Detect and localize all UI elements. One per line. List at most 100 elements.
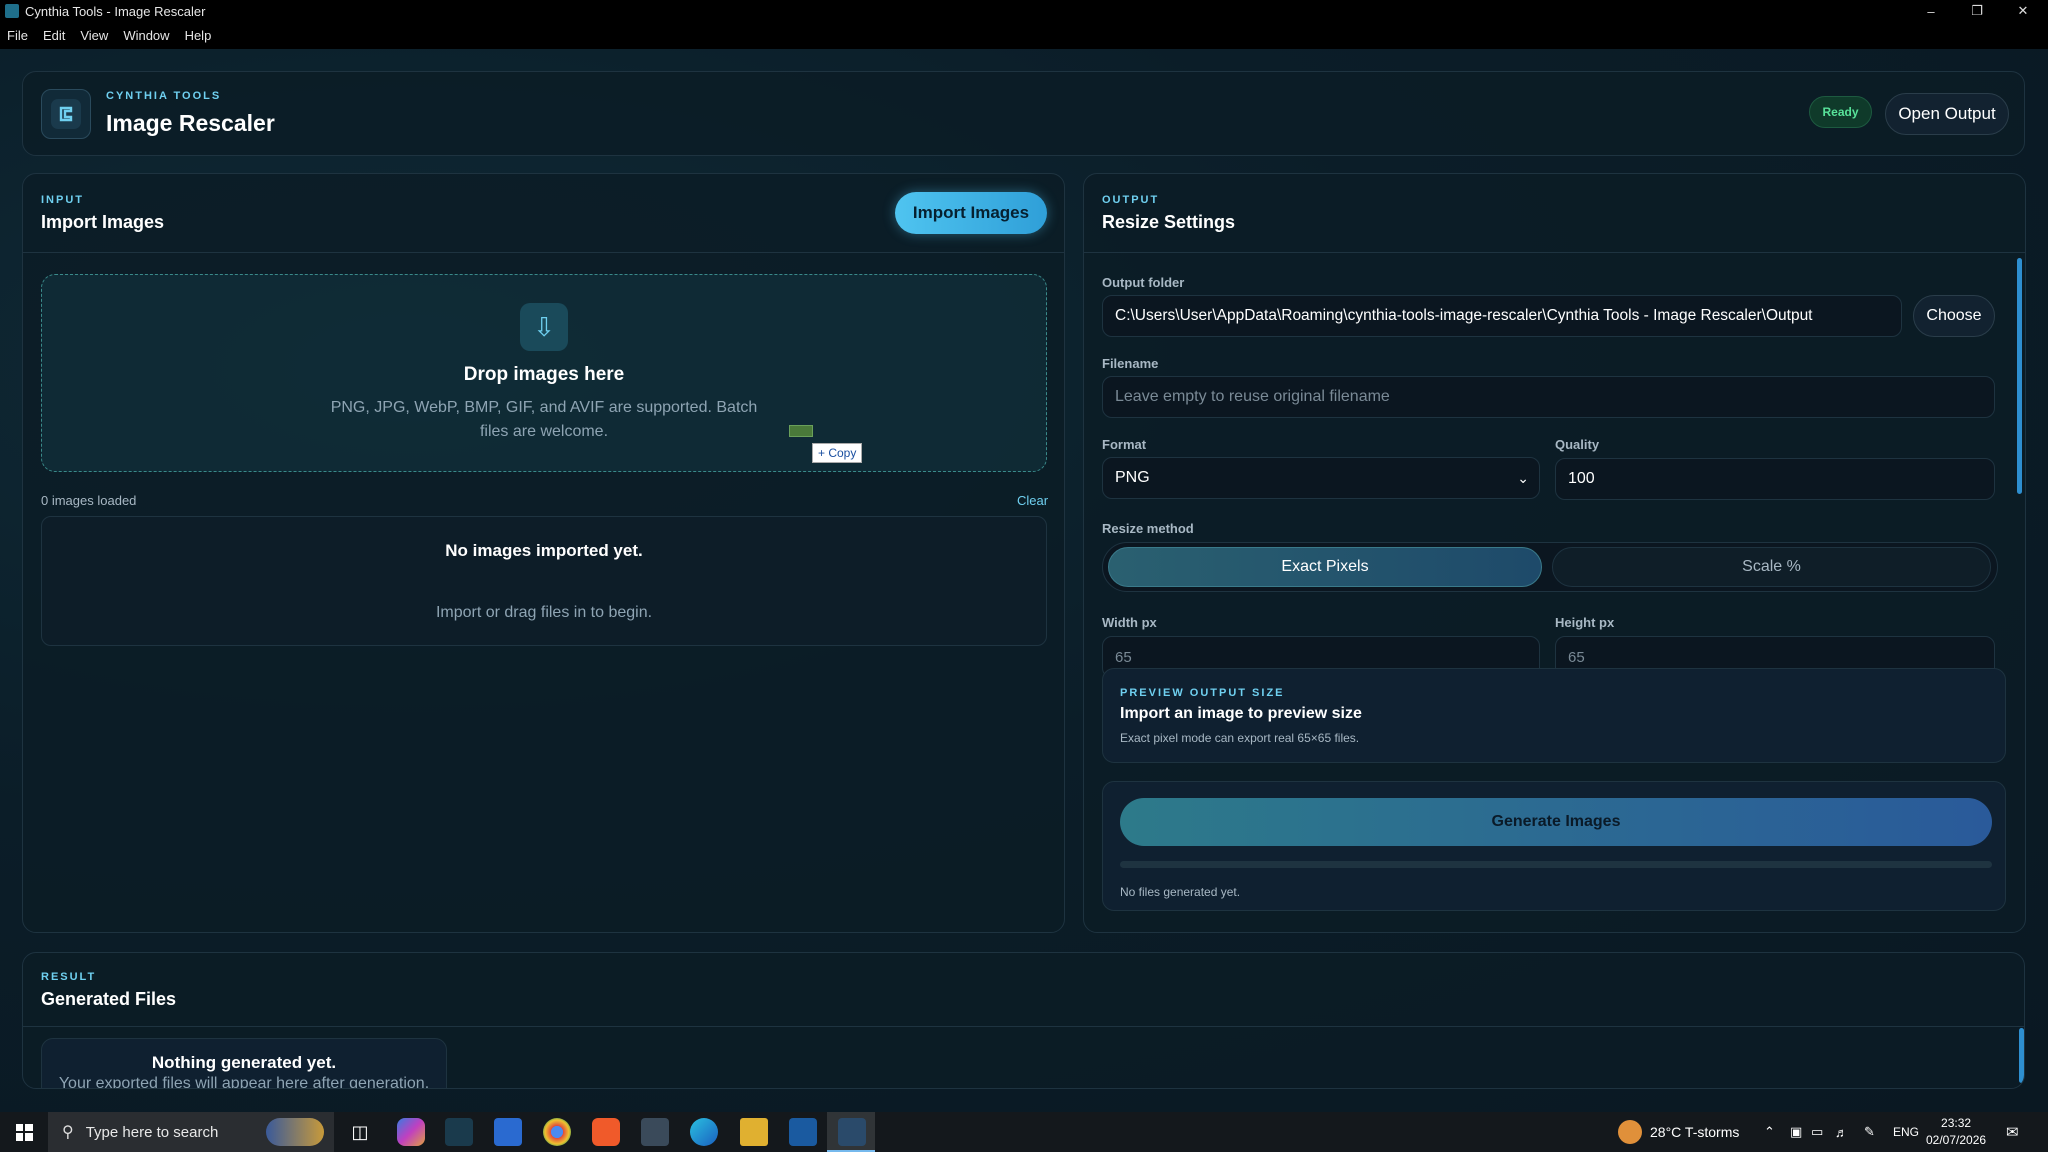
volume-icon[interactable]: ♬ [1835,1112,1848,1152]
weather-text: 28°C T-storms [1650,1124,1740,1140]
width-label: Width px [1102,615,1157,630]
menu-window[interactable]: Window [116,28,177,43]
quality-input[interactable]: 100 [1555,458,1995,500]
network-icon[interactable]: ▭ [1811,1112,1823,1152]
clock-time: 23:32 [1941,1116,1972,1130]
menu-edit[interactable]: Edit [36,28,73,43]
brand-name: CYNTHIA TOOLS [106,90,222,102]
section-title: Import Images [41,212,165,232]
section-tag: INPUT [41,194,84,206]
calculator-icon[interactable] [641,1118,669,1146]
empty-title: No images imported yet. [445,541,643,560]
search-icon: ⚲ [62,1124,74,1141]
image-list-empty: No images imported yet. Import or drag f… [41,516,1047,646]
output-folder-field[interactable]: C:\Users\User\AppData\Roaming\cynthia-to… [1102,295,1902,337]
section-title: Generated Files [41,989,177,1009]
menu-help[interactable]: Help [178,28,220,43]
language-indicator[interactable]: ENG [1893,1112,1919,1152]
search-placeholder: Type here to search [85,1123,219,1141]
preview-subtitle: Exact pixel mode can export real 65×65 f… [1120,731,1360,745]
pen-icon[interactable]: ✎ [1864,1112,1875,1152]
brave-icon[interactable] [592,1118,620,1146]
app-icon [5,4,19,18]
section-tag: RESULT [41,971,97,983]
generate-section: Generate Images No files generated yet. [1102,781,2006,911]
clock-date: 02/07/2026 [1926,1133,1987,1147]
format-value: PNG [1115,469,1150,486]
chevron-down-icon: ⌄ [1517,470,1529,486]
result-panel: RESULT Generated Files Nothing generated… [22,952,2025,1089]
close-icon[interactable]: ✕ [2000,0,2046,22]
choose-folder-button[interactable]: Choose [1913,295,1995,337]
progress-bar [1120,861,1992,868]
restore-icon[interactable]: ❐ [1954,0,2000,22]
chevron-up-icon[interactable]: ⌃ [1764,1112,1775,1152]
preview-title: Import an image to preview size [1120,705,1362,722]
scrollbar[interactable] [2019,1028,2024,1083]
generation-status: No files generated yet. [1120,885,1241,899]
title-bar: Cynthia Tools - Image Rescaler – ❐ ✕ [0,0,2048,22]
generate-images-button[interactable]: Generate Images [1120,798,1992,846]
divider [23,252,1064,253]
task-view-icon[interactable]: ◫ [346,1118,374,1146]
divider [1084,252,2025,253]
file-explorer-icon[interactable] [740,1118,768,1146]
app-logo-icon [41,89,91,139]
menu-file[interactable]: File [0,28,36,43]
download-arrow-icon: ⇩ [520,303,568,351]
weather-widget[interactable]: 28°C T-storms [1618,1112,1739,1152]
preview-output-size: PREVIEW OUTPUT SIZE Import an image to p… [1102,668,2006,763]
app-header: CYNTHIA TOOLS Image Rescaler Ready Open … [22,71,2025,156]
notification-icon[interactable]: ✉ [2006,1112,2019,1152]
scrollbar[interactable] [2017,258,2022,494]
import-images-button[interactable]: Import Images [895,192,1047,234]
menu-bar: File Edit View Window Help [0,22,2048,49]
chrome-icon[interactable] [543,1118,571,1146]
terminal-app-icon[interactable] [445,1118,473,1146]
exact-pixels-option[interactable]: Exact Pixels [1108,547,1542,587]
minimize-icon[interactable]: – [1908,0,1954,22]
output-folder-label: Output folder [1102,275,1185,290]
section-title: Resize Settings [1102,212,1236,232]
result-empty-state: Nothing generated yet. Your exported fil… [41,1038,447,1089]
meet-icon[interactable]: ▣ [1790,1112,1802,1152]
taskbar-search[interactable]: ⚲ Type here to search [48,1112,334,1152]
open-output-button[interactable]: Open Output [1885,93,2009,135]
filename-input[interactable]: Leave empty to reuse original filename [1102,376,1995,418]
input-panel: INPUT Import Images Import Images ⇩ Drop… [22,173,1065,933]
copy-tooltip: + Copy [812,443,863,463]
result-empty-subtitle: Your exported files will appear here aft… [58,1075,430,1089]
clear-button[interactable]: Clear [1017,493,1048,508]
preview-tag: PREVIEW OUTPUT SIZE [1120,687,1285,699]
search-highlight-icon [266,1118,324,1146]
windows-start-icon[interactable] [0,1112,48,1152]
scale-percent-option[interactable]: Scale % [1552,547,1991,587]
drop-zone-subtitle: PNG, JPG, WebP, BMP, GIF, and AVIF are s… [330,399,758,440]
filename-label: Filename [1102,356,1159,371]
format-select[interactable]: PNG ⌄ [1102,457,1540,499]
image-rescaler-taskbar-icon[interactable] [838,1118,866,1146]
powershell-icon[interactable] [789,1118,817,1146]
divider [23,1026,2024,1027]
output-panel: OUTPUT Resize Settings Output folder C:\… [1083,173,2026,933]
height-label: Height px [1555,615,1615,630]
status-badge: Ready [1809,96,1872,128]
menu-view[interactable]: View [73,28,116,43]
page-title: Image Rescaler [106,110,275,136]
app-content: CYNTHIA TOOLS Image Rescaler Ready Open … [0,49,2048,1112]
drop-zone[interactable]: ⇩ Drop images here PNG, JPG, WebP, BMP, … [41,274,1047,472]
clock[interactable]: 23:32 02/07/2026 [1926,1115,1986,1149]
images-count: 0 images loaded [41,493,137,508]
copilot-icon[interactable] [397,1118,425,1146]
store-icon[interactable] [494,1118,522,1146]
format-label: Format [1102,437,1147,452]
empty-subtitle: Import or drag files in to begin. [435,604,653,621]
weather-icon [1618,1120,1642,1144]
drag-ghost-icon [789,425,813,437]
edge-icon[interactable] [690,1118,718,1146]
taskbar: ⚲ Type here to search ◫ 28°C T-storms ⌃ … [0,1112,2048,1152]
section-tag: OUTPUT [1102,194,1160,206]
window-title: Cynthia Tools - Image Rescaler [25,3,206,19]
resize-method-toggle: Exact Pixels Scale % [1102,542,1998,592]
drop-zone-title: Drop images here [463,364,625,385]
